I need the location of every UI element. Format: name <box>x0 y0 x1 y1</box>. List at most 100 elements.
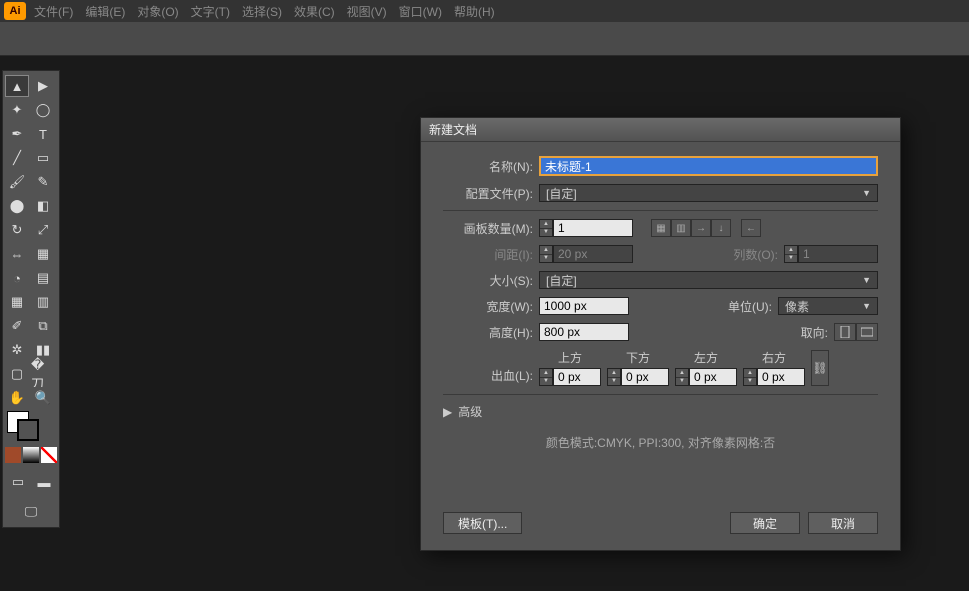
artboards-stepper[interactable]: ▲▼ <box>539 219 553 237</box>
dialog-title: 新建文档 <box>429 121 477 138</box>
triangle-right-icon: ▶ <box>443 405 452 419</box>
units-label: 单位(U): <box>728 298 772 315</box>
height-label: 高度(H): <box>443 324 533 341</box>
gradient-swatch[interactable] <box>23 447 39 463</box>
menu-select[interactable]: 选择(S) <box>242 3 282 20</box>
artboard-tool[interactable]: ▢ <box>5 363 29 385</box>
none-swatch[interactable] <box>41 447 57 463</box>
free-transform-tool[interactable]: ▦ <box>31 243 55 265</box>
pen-tool[interactable]: ✒ <box>5 123 29 145</box>
bleed-label: 出血(L): <box>443 367 533 384</box>
menu-file[interactable]: 文件(F) <box>34 3 73 20</box>
chevron-down-icon: ▼ <box>862 275 871 285</box>
lasso-tool[interactable]: ◯ <box>31 99 55 121</box>
color-swatch[interactable] <box>5 447 21 463</box>
width-label: 宽度(W): <box>443 298 533 315</box>
bleed-bottom-label: 下方 <box>626 349 650 366</box>
eyedropper-tool[interactable]: ✐ <box>5 315 29 337</box>
toolbox: ▲▶ ✦◯ ✒T ╱▭ 🖌✎ ⬤◧ ↻⤢ ⇔▦ ◔▤ ▦▥ ✐⧉ ✲▮▮ ▢�刀… <box>2 70 60 528</box>
perspective-grid-tool[interactable]: ▤ <box>31 267 55 289</box>
bleed-right-label: 右方 <box>762 349 786 366</box>
dialog-titlebar[interactable]: 新建文档 <box>421 118 900 142</box>
gradient-tool[interactable]: ▥ <box>31 291 55 313</box>
columns-input <box>798 245 878 263</box>
arrange-rtl-icon[interactable]: ← <box>741 219 761 237</box>
spacing-label: 间距(I): <box>443 246 533 263</box>
templates-button[interactable]: 模板(T)... <box>443 512 522 534</box>
bleed-top-input[interactable] <box>553 368 601 386</box>
type-tool[interactable]: T <box>31 123 55 145</box>
width-input[interactable] <box>539 297 629 315</box>
shape-builder-tool[interactable]: ◔ <box>5 267 29 289</box>
columns-label: 列数(O): <box>733 246 778 263</box>
menu-help[interactable]: 帮助(H) <box>454 3 495 20</box>
app-icon: Ai <box>4 2 26 20</box>
size-label: 大小(S): <box>443 272 533 289</box>
height-input[interactable] <box>539 323 629 341</box>
paintbrush-tool[interactable]: 🖌 <box>5 171 29 193</box>
bleed-bottom-stepper[interactable]: ▲▼ <box>607 368 621 386</box>
mesh-tool[interactable]: ▦ <box>5 291 29 313</box>
name-input[interactable] <box>540 157 877 175</box>
screen-mode-full[interactable]: ▬ <box>32 471 56 493</box>
magic-wand-tool[interactable]: ✦ <box>5 99 29 121</box>
bleed-bottom-input[interactable] <box>621 368 669 386</box>
artboards-label: 画板数量(M): <box>443 220 533 237</box>
grid-by-row-icon[interactable]: ▦ <box>651 219 671 237</box>
menubar: Ai 文件(F) 编辑(E) 对象(O) 文字(T) 选择(S) 效果(C) 视… <box>0 0 969 22</box>
spacing-input <box>553 245 633 263</box>
blob-brush-tool[interactable]: ⬤ <box>5 195 29 217</box>
menu-window[interactable]: 窗口(W) <box>399 3 442 20</box>
chevron-down-icon: ▼ <box>862 188 871 198</box>
screen-mode-normal[interactable]: ▭ <box>6 471 30 493</box>
scale-tool[interactable]: ⤢ <box>31 219 55 241</box>
bleed-top-stepper[interactable]: ▲▼ <box>539 368 553 386</box>
artboards-input[interactable] <box>553 219 633 237</box>
bleed-top-label: 上方 <box>558 349 582 366</box>
orientation-landscape[interactable] <box>856 323 878 341</box>
eraser-tool[interactable]: ◧ <box>31 195 55 217</box>
hand-tool[interactable]: ✋ <box>5 387 29 409</box>
columns-stepper: ▲▼ <box>784 245 798 263</box>
arrange-row-icon[interactable]: → <box>691 219 711 237</box>
orientation-label: 取向: <box>801 324 828 341</box>
menu-effect[interactable]: 效果(C) <box>294 3 335 20</box>
mode-info: 颜色模式:CMYK, PPI:300, 对齐像素网格:否 <box>443 434 878 451</box>
profile-select[interactable]: [自定]▼ <box>539 184 878 202</box>
cancel-button[interactable]: 取消 <box>808 512 878 534</box>
units-select[interactable]: 像素▼ <box>778 297 878 315</box>
menu-type[interactable]: 文字(T) <box>191 3 230 20</box>
profile-label: 配置文件(P): <box>443 185 533 202</box>
line-tool[interactable]: ╱ <box>5 147 29 169</box>
orientation-portrait[interactable] <box>834 323 856 341</box>
menu-view[interactable]: 视图(V) <box>347 3 387 20</box>
selection-tool[interactable]: ▲ <box>5 75 29 97</box>
arrange-col-icon[interactable]: ↓ <box>711 219 731 237</box>
pencil-tool[interactable]: ✎ <box>31 171 55 193</box>
bleed-left-stepper[interactable]: ▲▼ <box>675 368 689 386</box>
bleed-right-input[interactable] <box>757 368 805 386</box>
new-document-dialog: 新建文档 名称(N): 配置文件(P): [自定]▼ 画板数量(M): ▲▼ ▦… <box>420 117 901 551</box>
menu-edit[interactable]: 编辑(E) <box>85 3 125 20</box>
spacing-stepper: ▲▼ <box>539 245 553 263</box>
bleed-right-stepper[interactable]: ▲▼ <box>743 368 757 386</box>
size-select[interactable]: [自定]▼ <box>539 271 878 289</box>
advanced-toggle[interactable]: ▶ 高级 <box>443 403 878 420</box>
rectangle-tool[interactable]: ▭ <box>31 147 55 169</box>
bleed-left-label: 左方 <box>694 349 718 366</box>
direct-selection-tool[interactable]: ▶ <box>31 75 55 97</box>
bleed-left-input[interactable] <box>689 368 737 386</box>
name-label: 名称(N): <box>443 158 533 175</box>
bleed-link-icon[interactable]: ⛓ <box>811 350 829 386</box>
menu-object[interactable]: 对象(O) <box>137 3 178 20</box>
rotate-tool[interactable]: ↻ <box>5 219 29 241</box>
grid-by-col-icon[interactable]: ▥ <box>671 219 691 237</box>
ok-button[interactable]: 确定 <box>730 512 800 534</box>
slice-tool[interactable]: �刀 <box>31 363 55 385</box>
symbol-sprayer-tool[interactable]: ✲ <box>5 339 29 361</box>
zoom-tool[interactable]: 🔍 <box>31 387 55 409</box>
change-screen-mode[interactable]: 🖵 <box>19 501 43 523</box>
blend-tool[interactable]: ⧉ <box>31 315 55 337</box>
width-tool[interactable]: ⇔ <box>5 243 29 265</box>
fill-stroke-swap[interactable] <box>5 411 55 441</box>
